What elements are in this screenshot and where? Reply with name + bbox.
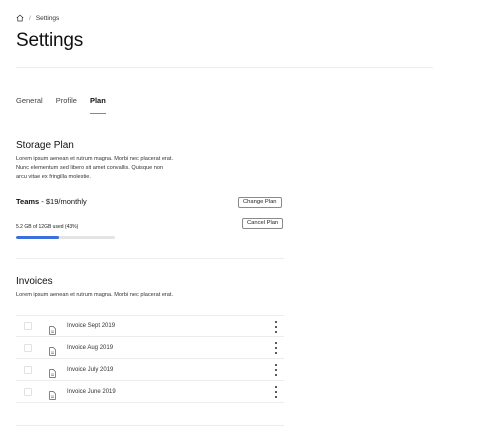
tab-plan[interactable]: Plan bbox=[89, 96, 106, 114]
tab-general[interactable]: General bbox=[16, 96, 43, 114]
invoice-label[interactable]: Invoice July 2019 bbox=[67, 367, 113, 373]
storage-plan-description: Lorem ipsum aenean et rutrum magna. Morb… bbox=[16, 155, 173, 182]
cancel-plan-button[interactable]: Cancel Plan bbox=[242, 218, 284, 229]
storage-description-line: Nunc elementum sed libero sit amet conva… bbox=[16, 165, 164, 171]
home-icon[interactable] bbox=[16, 14, 24, 22]
tab-bar: General Profile Plan bbox=[16, 96, 119, 114]
more-options-icon[interactable] bbox=[274, 321, 278, 333]
current-plan: Teams - $19/monthly bbox=[16, 197, 87, 206]
invoice-row[interactable]: Invoice July 2019 bbox=[16, 359, 284, 381]
page-title: Settings bbox=[16, 30, 84, 51]
more-options-icon[interactable] bbox=[274, 364, 278, 376]
invoice-checkbox[interactable] bbox=[24, 343, 32, 352]
storage-usage-text: 5.2 GB of 12GB used (43%) bbox=[16, 224, 79, 230]
storage-plan-title: Storage Plan bbox=[16, 140, 74, 151]
invoice-label[interactable]: Invoice Sept 2019 bbox=[67, 323, 115, 329]
invoices-title: Invoices bbox=[16, 276, 53, 287]
section-divider bbox=[16, 425, 284, 426]
storage-description-line: arcu vitae ex fringilla molestie. bbox=[16, 174, 91, 180]
invoice-checkbox[interactable] bbox=[24, 322, 32, 330]
invoice-row[interactable]: Invoice Aug 2019 bbox=[16, 337, 284, 359]
invoice-list: Invoice Sept 2019 Invoice Aug 2019 Invoi… bbox=[16, 315, 284, 403]
storage-progress-bar bbox=[16, 236, 115, 239]
breadcrumb-separator: / bbox=[29, 14, 31, 22]
breadcrumb-current[interactable]: Settings bbox=[36, 15, 60, 22]
more-options-icon[interactable] bbox=[274, 342, 278, 354]
invoice-label[interactable]: Invoice June 2019 bbox=[67, 389, 116, 395]
invoice-checkbox[interactable] bbox=[24, 387, 32, 396]
storage-description-line: Lorem ipsum aenean et rutrum magna. Morb… bbox=[16, 156, 174, 162]
title-divider bbox=[16, 67, 433, 68]
storage-progress-fill bbox=[16, 236, 59, 239]
section-divider bbox=[16, 258, 284, 259]
document-icon bbox=[49, 387, 56, 405]
tab-profile[interactable]: Profile bbox=[56, 96, 77, 114]
change-plan-button[interactable]: Change Plan bbox=[238, 197, 282, 208]
plan-name: Teams bbox=[16, 197, 40, 206]
more-options-icon[interactable] bbox=[274, 386, 278, 398]
invoice-checkbox[interactable] bbox=[24, 365, 32, 374]
invoice-label[interactable]: Invoice Aug 2019 bbox=[67, 345, 113, 351]
invoices-description: Lorem ipsum aenean et rutrum magna. Morb… bbox=[16, 292, 174, 298]
invoice-row[interactable]: Invoice June 2019 bbox=[16, 381, 284, 403]
breadcrumb: / Settings bbox=[16, 14, 59, 22]
plan-price: - $19/monthly bbox=[39, 197, 87, 206]
invoice-row[interactable]: Invoice Sept 2019 bbox=[16, 315, 284, 337]
